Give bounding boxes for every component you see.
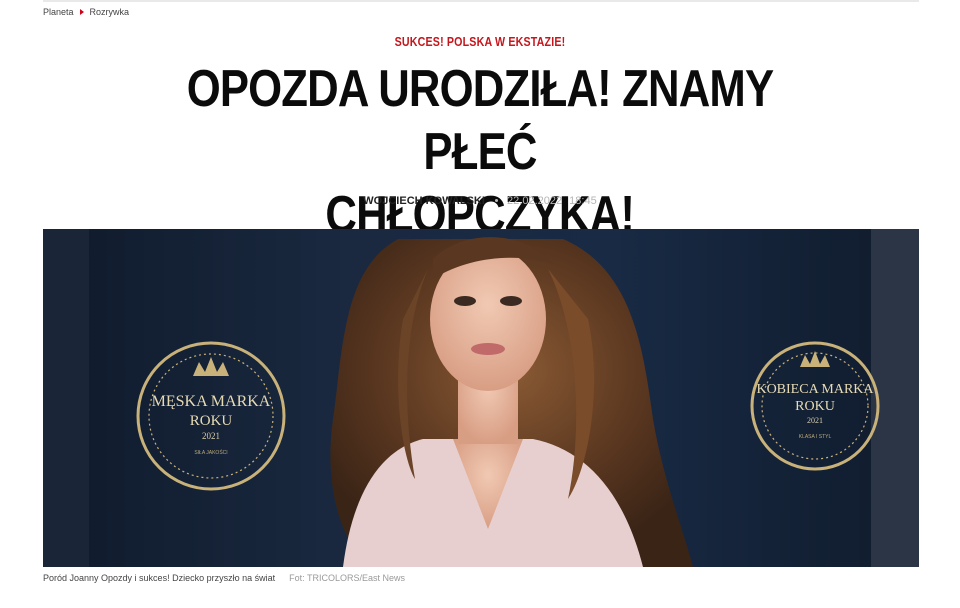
photo-caption: Poród Joanny Opozdy i sukces! Dziecko pr… — [43, 573, 405, 583]
breadcrumb-item-planeta[interactable]: Planeta — [43, 7, 74, 17]
top-divider — [43, 0, 919, 2]
woman-figure — [330, 237, 693, 567]
right-logo-line1: KOBIECA MARKA — [756, 382, 874, 397]
left-logo-year: 2021 — [202, 431, 220, 441]
article-page: Planeta Rozrywka SUKCES! POLSKA W EKSTAZ… — [0, 0, 960, 608]
article-kicker: SUKCES! POLSKA W EKSTAZIE! — [394, 34, 566, 49]
author-name[interactable]: WOJCIECH KOWALSKI — [363, 195, 485, 207]
publish-time: 18:45 — [569, 195, 597, 207]
breadcrumb-item-rozrywka[interactable]: Rozrywka — [90, 7, 130, 17]
left-logo-line1: MĘSKA MARKA — [152, 393, 271, 410]
left-logo-line2: ROKU — [190, 413, 233, 429]
right-logo-year: 2021 — [807, 416, 823, 425]
publish-date: 22.02.2022 — [507, 195, 563, 207]
article-headline: OPOZDA URODZIŁA! ZNAMY PŁEĆ CHŁOPCZYKA! — [80, 58, 880, 247]
byline-separator — [494, 199, 498, 202]
left-brand-logo: MĘSKA MARKA ROKU 2021 SIŁA JAKOŚCI — [136, 341, 286, 491]
headline-line-1: OPOZDA URODZIŁA! ZNAMY PŁEĆ — [186, 60, 774, 181]
right-logo-line2: ROKU — [795, 399, 835, 414]
article-hero-image[interactable]: MĘSKA MARKA ROKU 2021 SIŁA JAKOŚCI KOBIE… — [43, 229, 919, 567]
crown-icon — [193, 357, 229, 376]
right-brand-logo: KOBIECA MARKA ROKU 2021 KLASA I STYL — [750, 341, 880, 471]
right-logo-tagline: KLASA I STYL — [799, 434, 832, 440]
photo-illustration: MĘSKA MARKA ROKU 2021 SIŁA JAKOŚCI KOBIE… — [136, 237, 880, 567]
left-logo-tagline: SIŁA JAKOŚCI — [194, 448, 227, 456]
breadcrumb-separator-icon — [79, 9, 84, 15]
crown-icon — [800, 351, 830, 367]
caption-text: Poród Joanny Opozdy i sukces! Dziecko pr… — [43, 573, 276, 583]
photo-credit: Fot: TRICOLORS/East News — [289, 573, 405, 583]
breadcrumb: Planeta Rozrywka — [43, 7, 129, 17]
article-byline: WOJCIECH KOWALSKI 22.02.2022 18:45 — [0, 195, 960, 207]
